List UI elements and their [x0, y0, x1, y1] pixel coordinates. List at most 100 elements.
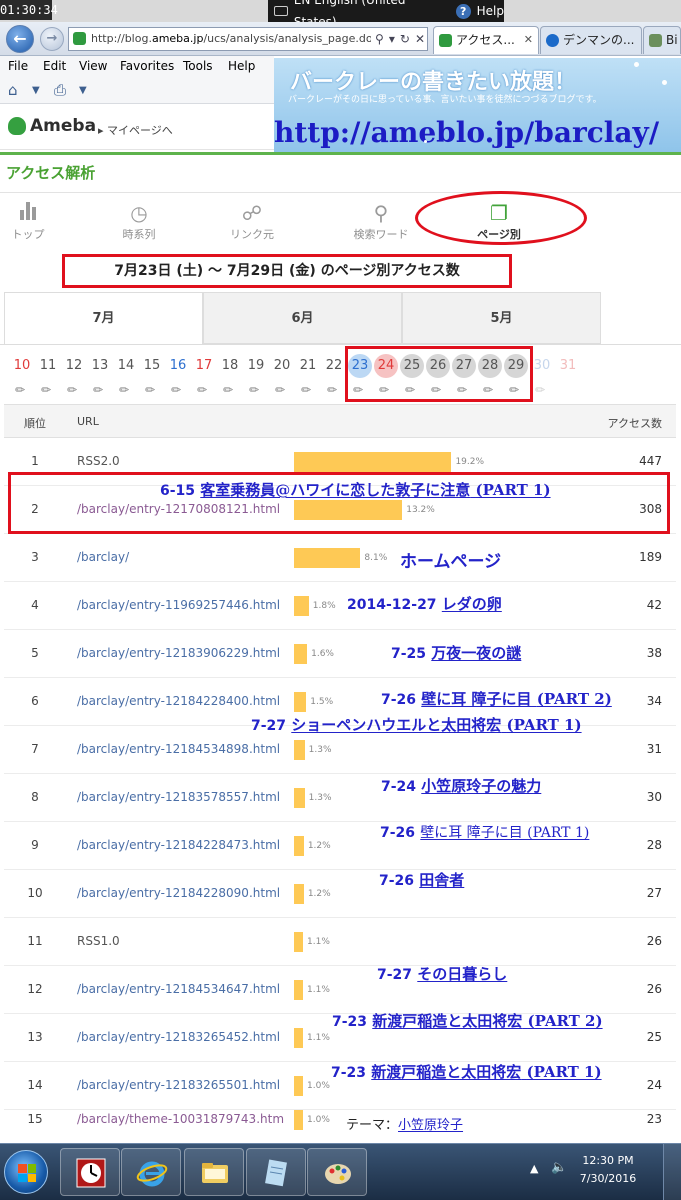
pencil-icon[interactable]: ✏: [223, 384, 237, 396]
taskbar-paint[interactable]: [307, 1148, 367, 1196]
pencil-icon[interactable]: ✏: [249, 384, 263, 396]
day-10[interactable]: 10: [10, 354, 34, 378]
refresh-icon[interactable]: ↻: [400, 28, 410, 50]
show-desktop-button[interactable]: [663, 1144, 681, 1200]
tab-may[interactable]: 5月: [402, 292, 601, 344]
tab-access-analysis[interactable]: アクセス... ✕: [433, 26, 539, 54]
close-icon[interactable]: ✕: [524, 27, 533, 53]
menu-favorites[interactable]: Favorites: [120, 56, 174, 76]
annotation-row-4[interactable]: 2014-12-27 レダの卵: [347, 593, 502, 614]
help-label[interactable]: Help: [477, 0, 504, 22]
row-url-link[interactable]: /barclay/entry-12183265501.html: [77, 1078, 280, 1092]
row-url-link[interactable]: /barclay/: [77, 550, 129, 564]
pencil-icon[interactable]: ✏: [197, 384, 211, 396]
tab-denman[interactable]: デンマンの...: [540, 26, 642, 54]
menu-file[interactable]: File: [8, 56, 28, 76]
menu-help[interactable]: Help: [228, 56, 255, 76]
day-11[interactable]: 11: [36, 354, 60, 378]
annotation-row-12[interactable]: 7-27 その日暮らし: [377, 963, 507, 984]
row-url-link[interactable]: /barclay/entry-12184228400.html: [77, 694, 280, 708]
day-16[interactable]: 16: [166, 354, 190, 378]
annotation-row-15[interactable]: テーマ：小笠原玲子: [346, 1114, 463, 1133]
annotation-row-7[interactable]: 7-27 ショーペンハウエルと太田将宏 (PART 1): [251, 714, 582, 735]
taskbar-explorer[interactable]: [184, 1148, 244, 1196]
row-url-link[interactable]: /barclay/entry-12184534647.html: [77, 982, 280, 996]
day-18[interactable]: 18: [218, 354, 242, 378]
mypage-link[interactable]: ▸ マイページへ: [98, 122, 173, 138]
pencil-icon[interactable]: ✏: [171, 384, 185, 396]
pencil-icon[interactable]: ✏: [327, 384, 341, 396]
day-21[interactable]: 21: [296, 354, 320, 378]
annotation-row-9[interactable]: 7-26 壁に耳 障子に目 (PART 1): [380, 822, 589, 842]
nav-referrer[interactable]: ☍ リンク元: [212, 200, 292, 242]
browser-navigation-bar: ← → http://blog.ameba.jp/ucs/analysis/an…: [0, 22, 681, 56]
nav-label: リンク元: [230, 228, 274, 241]
taskbar-clock-app[interactable]: [60, 1148, 120, 1196]
row-percent: 1.1%: [307, 1033, 330, 1043]
annotation-row-13[interactable]: 7-23 新渡戸稲造と太田将宏 (PART 2): [332, 1010, 603, 1031]
row-url-link[interactable]: /barclay/entry-12184228090.html: [77, 886, 280, 900]
annotation-row-5[interactable]: 7-25 万夜一夜の謎: [391, 642, 521, 663]
row-rank: 7: [31, 742, 39, 756]
table-row: 12 /barclay/entry-12184534647.html 1.1% …: [4, 966, 676, 1014]
home-icon[interactable]: ⌂: [8, 81, 18, 99]
annotation-row-3[interactable]: ホームページ: [400, 547, 501, 572]
forward-button[interactable]: →: [40, 27, 64, 51]
day-19[interactable]: 19: [244, 354, 268, 378]
pencil-icon[interactable]: ✏: [301, 384, 315, 396]
pencil-icon[interactable]: ✏: [93, 384, 107, 396]
annotation-row-6[interactable]: 7-26 壁に耳 障子に目 (PART 2): [381, 688, 612, 709]
annotation-row-8[interactable]: 7-24 小笠原玲子の魅力: [381, 775, 541, 796]
pencil-icon[interactable]: ✏: [119, 384, 133, 396]
pencil-icon[interactable]: ✏: [145, 384, 159, 396]
day-12[interactable]: 12: [62, 354, 86, 378]
taskbar-clock[interactable]: 12:30 PM 7/30/2016: [560, 1152, 656, 1188]
address-bar[interactable]: http://blog.ameba.jp/ucs/analysis/analys…: [68, 27, 428, 51]
day-14[interactable]: 14: [114, 354, 138, 378]
language-bar[interactable]: EN English (United States) ? Help: [268, 0, 504, 29]
stop-icon[interactable]: ✕: [415, 28, 425, 50]
annotation-row-14[interactable]: 7-23 新渡戸稲造と太田将宏 (PART 1): [331, 1061, 602, 1082]
pencil-icon[interactable]: ✏: [67, 384, 81, 396]
home-dropdown-icon[interactable]: ▼: [32, 85, 40, 96]
nav-top[interactable]: トップ: [0, 200, 68, 242]
day-20[interactable]: 20: [270, 354, 294, 378]
start-button[interactable]: [4, 1150, 48, 1194]
taskbar-internet-explorer[interactable]: [121, 1148, 181, 1196]
pencil-icon[interactable]: ✏: [15, 384, 29, 396]
day-22[interactable]: 22: [322, 354, 346, 378]
search-icon[interactable]: ⚲: [375, 28, 384, 50]
tab-third[interactable]: Bi: [643, 26, 681, 54]
menu-edit[interactable]: Edit: [43, 56, 66, 76]
ameba-logo[interactable]: Ameba: [8, 116, 96, 136]
pencil-icon[interactable]: ✏: [41, 384, 55, 396]
annotation-row-10[interactable]: 7-26 田舎者: [379, 869, 464, 890]
taskbar-notes[interactable]: [246, 1148, 306, 1196]
pencil-icon[interactable]: ✏: [275, 384, 289, 396]
print-dropdown-icon[interactable]: ▼: [79, 85, 87, 96]
row-url-link[interactable]: /barclay/entry-12184534898.html: [77, 742, 280, 756]
menu-view[interactable]: View: [79, 56, 107, 76]
day-17[interactable]: 17: [192, 354, 216, 378]
dropdown-icon[interactable]: ▾: [389, 28, 395, 50]
day-13[interactable]: 13: [88, 354, 112, 378]
row-url-link[interactable]: /barclay/entry-12183578557.html: [77, 790, 280, 804]
row-url-link[interactable]: /barclay/theme-10031879743.htm: [77, 1112, 284, 1126]
menu-tools[interactable]: Tools: [183, 56, 213, 76]
row-url-link[interactable]: /barclay/entry-12183906229.html: [77, 646, 280, 660]
print-icon[interactable]: ⎙: [54, 81, 66, 99]
tab-july[interactable]: 7月: [4, 292, 203, 344]
address-scheme: http://blog.: [91, 32, 152, 45]
row-url-link[interactable]: /barclay/entry-11969257446.html: [77, 598, 280, 612]
back-button[interactable]: ←: [6, 25, 34, 53]
row-url-link[interactable]: /barclay/entry-12183265452.html: [77, 1030, 280, 1044]
row-url-link[interactable]: /barclay/entry-12184228473.html: [77, 838, 280, 852]
tab-june[interactable]: 6月: [203, 292, 402, 344]
nav-timeseries[interactable]: ◷ 時系列: [99, 200, 179, 242]
tray-expand-icon[interactable]: ▲: [530, 1162, 538, 1175]
address-tools: ⚲ ▾ ↻ ✕: [371, 28, 425, 50]
row-percent: 1.8%: [312, 601, 336, 611]
annotation-row-2[interactable]: 6-15 客室乗務員@ハワイに恋した敦子に注意 (PART 1): [160, 479, 551, 500]
day-15[interactable]: 15: [140, 354, 164, 378]
nav-search-words[interactable]: ⚲ 検索ワード: [341, 200, 421, 242]
